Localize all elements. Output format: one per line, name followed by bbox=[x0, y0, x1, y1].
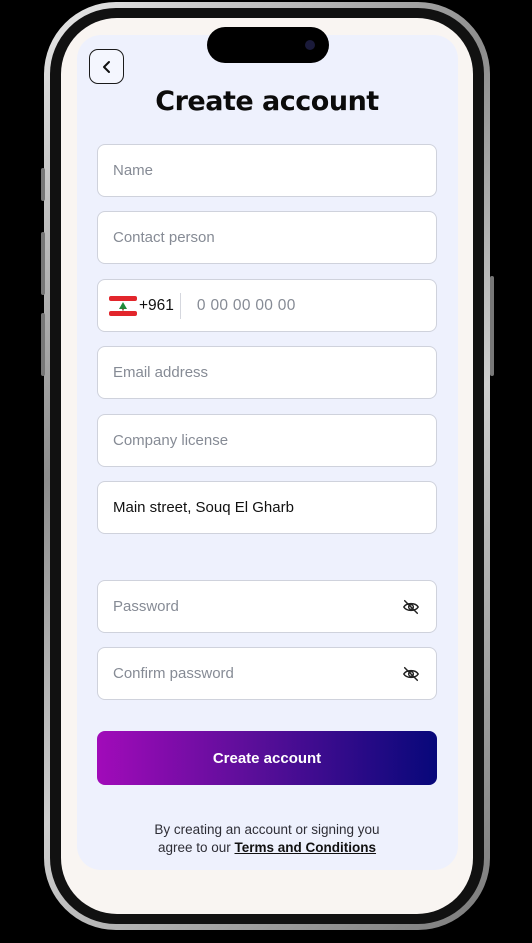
contact-person-placeholder: Contact person bbox=[113, 229, 215, 246]
mute-switch bbox=[41, 168, 45, 201]
terms-line-1: By creating an account or signing you bbox=[154, 822, 380, 837]
confirm-password-field[interactable]: Confirm password bbox=[97, 647, 437, 700]
phone-placeholder: 0 00 00 00 00 bbox=[196, 296, 296, 314]
terms-line-2: agree to our Terms and Conditions bbox=[97, 839, 437, 857]
country-code-selector[interactable]: +961 bbox=[109, 292, 181, 319]
terms-and-conditions-link[interactable]: Terms and Conditions bbox=[235, 840, 377, 855]
eye-off-icon[interactable] bbox=[402, 598, 420, 616]
confirm-password-placeholder: Confirm password bbox=[113, 665, 234, 682]
lebanon-flag-icon bbox=[109, 295, 137, 316]
chevron-left-icon bbox=[102, 60, 110, 73]
email-placeholder: Email address bbox=[113, 364, 209, 381]
contact-person-field[interactable]: Contact person bbox=[97, 211, 437, 264]
address-value: Main street, Souq El Gharb bbox=[113, 499, 294, 516]
back-button[interactable] bbox=[89, 49, 124, 84]
power-button bbox=[490, 276, 494, 376]
password-field[interactable]: Password bbox=[97, 580, 437, 633]
address-field[interactable]: Main street, Souq El Gharb bbox=[97, 481, 437, 534]
volume-up-button bbox=[41, 232, 45, 295]
create-account-button[interactable]: Create account bbox=[97, 731, 437, 785]
name-placeholder: Name bbox=[113, 162, 154, 179]
eye-off-icon[interactable] bbox=[402, 665, 420, 683]
front-camera bbox=[305, 40, 315, 50]
password-placeholder: Password bbox=[113, 598, 179, 615]
volume-down-button bbox=[41, 313, 45, 376]
terms-notice: By creating an account or signing you ag… bbox=[97, 821, 437, 857]
terms-prefix: agree to our bbox=[157, 840, 235, 855]
page-title: Create account bbox=[155, 86, 379, 117]
phone-field[interactable]: +961 0 00 00 00 00 bbox=[97, 279, 437, 332]
dial-code: +961 bbox=[139, 296, 174, 314]
name-field[interactable]: Name bbox=[97, 144, 437, 197]
company-license-field[interactable]: Company license bbox=[97, 414, 437, 467]
company-license-placeholder: Company license bbox=[113, 432, 229, 449]
email-field[interactable]: Email address bbox=[97, 346, 437, 399]
